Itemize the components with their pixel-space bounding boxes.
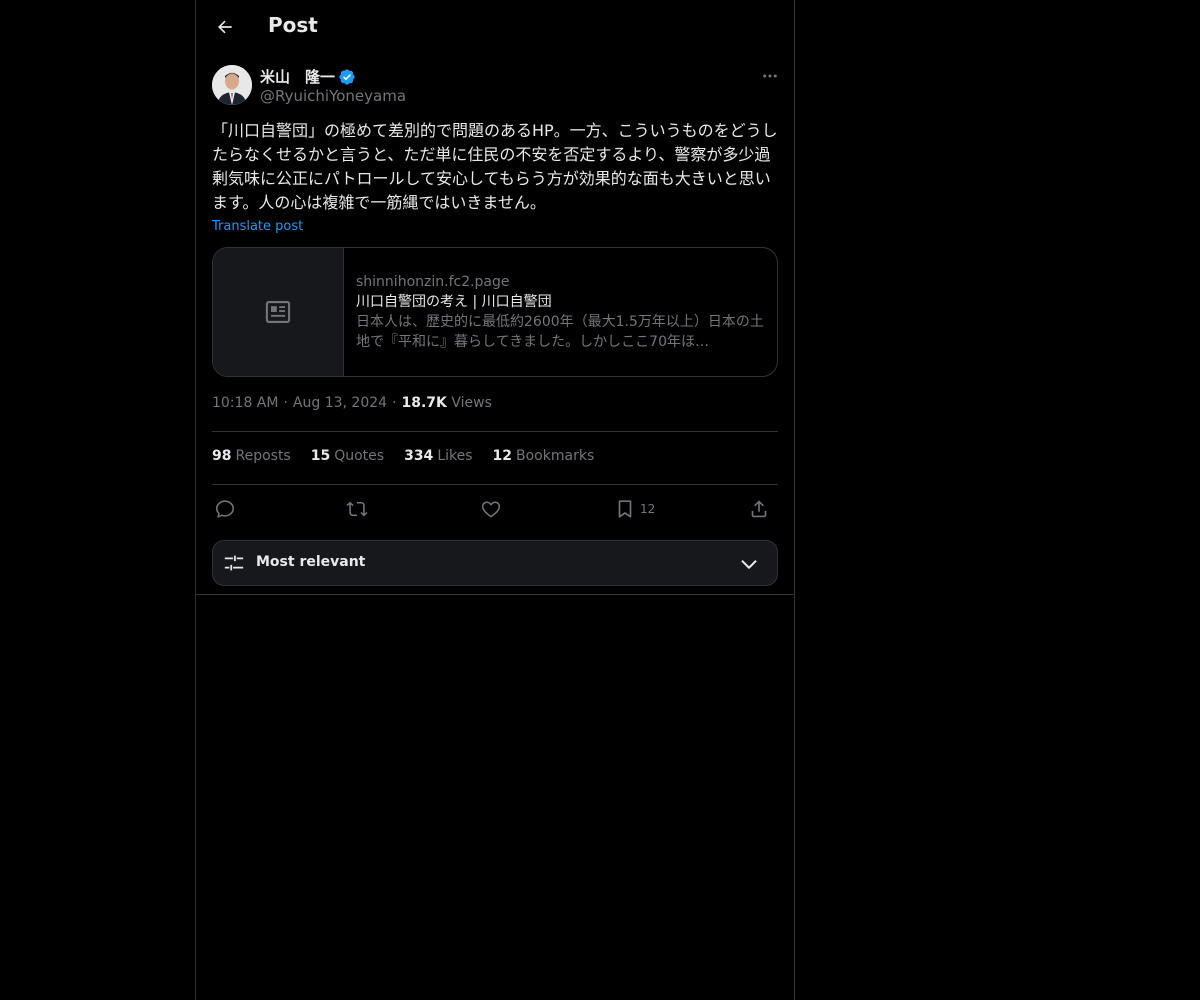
share-icon (751, 500, 767, 518)
chevron-down-icon (741, 559, 757, 569)
bookmark-count: 12 (640, 502, 656, 516)
repost-button[interactable] (346, 494, 368, 524)
meta-separator: · (392, 395, 397, 411)
divider (212, 484, 778, 485)
likes-count: 334 (404, 448, 434, 464)
sort-label: Most relevant (256, 554, 366, 570)
author-name-text: 米山 隆一 (260, 68, 336, 86)
post-time[interactable]: 10:18 AM (212, 395, 278, 411)
link-card[interactable]: shinnihonzin.fc2.page 川口自警団の考え | 川口自警団 日… (212, 247, 778, 377)
card-domain: shinnihonzin.fc2.page (356, 274, 510, 290)
translate-post-link[interactable]: Translate post (212, 219, 303, 234)
divider (212, 431, 778, 432)
quotes-count: 15 (310, 448, 331, 464)
reposts-stat[interactable]: 98 Reposts (212, 448, 291, 464)
more-options-button[interactable] (758, 64, 782, 88)
likes-label: Likes (437, 448, 473, 464)
quotes-stat[interactable]: 15 Quotes (311, 448, 384, 464)
article-icon (265, 301, 291, 323)
bookmarks-stat[interactable]: 12 Bookmarks (493, 448, 595, 464)
post-text: 「川口自警団」の極めて差別的で問題のあるHP。一方、こういうものをどうしたらなく… (212, 121, 778, 212)
share-button[interactable] (748, 494, 770, 524)
action-bar: 12 (212, 494, 778, 524)
reposts-label: Reposts (235, 448, 291, 464)
verified-badge-icon (339, 68, 355, 85)
views-label: Views (451, 395, 492, 411)
card-description: 日本人は、歴史的に最低約2600年（最大1.5万年以上）日本の土地で『平和に』暮… (356, 314, 764, 350)
bookmark-button[interactable]: 12 (614, 494, 655, 524)
sort-replies-dropdown[interactable]: Most relevant (212, 540, 778, 586)
views-count: 18.7K (401, 395, 447, 411)
sliders-icon (224, 555, 244, 571)
like-button[interactable] (480, 494, 502, 524)
main-column: Post 米山 隆一 @RyuichiYoneyama 「川口自警団」の極めて差… (195, 0, 795, 1000)
reply-icon (215, 500, 235, 518)
engagement-stats: 98 Reposts 15 Quotes 334 Likes 12 Bookma… (212, 448, 594, 464)
quotes-label: Quotes (334, 448, 385, 464)
author-handle[interactable]: @RyuichiYoneyama (260, 87, 406, 105)
bookmarks-count: 12 (492, 448, 513, 464)
card-title: 川口自警団の考え | 川口自警団 (356, 294, 552, 310)
meta-separator: · (283, 395, 288, 411)
bookmark-icon (618, 500, 632, 518)
author-name[interactable]: 米山 隆一 (260, 66, 356, 87)
heart-icon (481, 501, 501, 518)
reply-button[interactable] (214, 494, 236, 524)
more-horizontal-icon (763, 74, 777, 78)
page-title: Post (268, 13, 318, 37)
bookmarks-label: Bookmarks (516, 448, 595, 464)
header: Post (196, 0, 794, 53)
post-date[interactable]: Aug 13, 2024 (293, 395, 387, 411)
post-meta: 10:18 AM · Aug 13, 2024 · 18.7K Views (212, 395, 492, 411)
avatar[interactable] (212, 65, 252, 105)
likes-stat[interactable]: 334 Likes (404, 448, 472, 464)
card-body: shinnihonzin.fc2.page 川口自警団の考え | 川口自警団 日… (344, 248, 777, 376)
back-button[interactable] (208, 10, 242, 44)
card-thumbnail (213, 248, 344, 376)
divider (196, 594, 794, 595)
arrow-left-icon (218, 20, 232, 34)
repost-icon (346, 501, 368, 517)
avatar-image (212, 65, 252, 105)
reposts-count: 98 (212, 448, 232, 464)
